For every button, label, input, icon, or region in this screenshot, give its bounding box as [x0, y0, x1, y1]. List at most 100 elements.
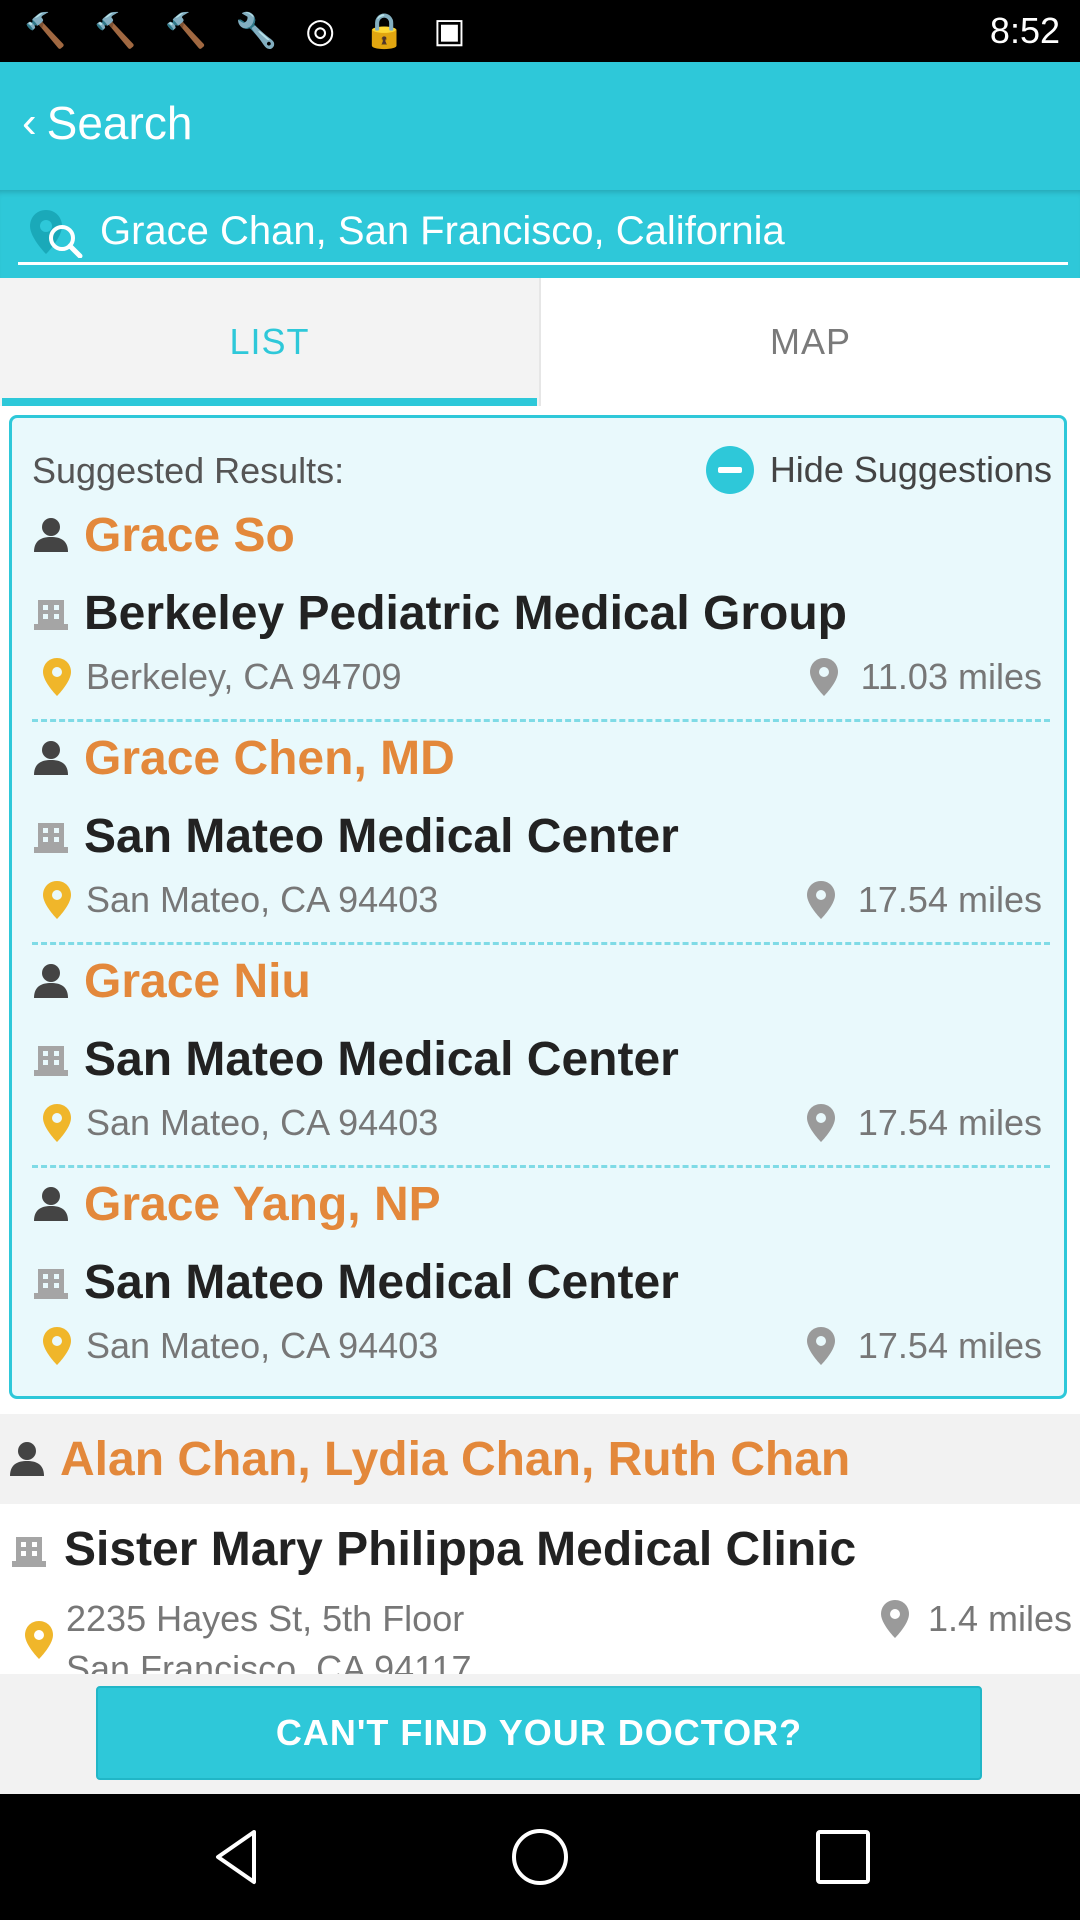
tool-icon: 🔨 [24, 12, 67, 50]
tool-icon: 🔨 [164, 12, 208, 50]
wrench-icon: 🔧 [235, 12, 278, 50]
view-tabs: LIST MAP [0, 278, 1080, 406]
home-icon[interactable] [507, 1824, 573, 1890]
search-input[interactable] [98, 202, 1062, 260]
minus-circle-icon [705, 446, 754, 494]
facility-row: San Mateo Medical Center [32, 1024, 679, 1094]
android-icon: ▣ [433, 12, 466, 50]
map-pin-icon [43, 1104, 71, 1142]
doctor-row[interactable]: Grace Yang, NP [32, 1169, 441, 1239]
facility-name: San Mateo Medical Center [84, 1032, 679, 1086]
facility-name: Berkeley Pediatric Medical Group [84, 586, 847, 640]
tab-list[interactable]: LIST [0, 278, 539, 406]
facility-row: Berkeley Pediatric Medical Group [32, 578, 847, 648]
back-label: Search [46, 97, 193, 149]
doctor-name: Grace So [84, 508, 295, 562]
map-pin-icon [43, 881, 71, 919]
distance-text: 11.03 miles [860, 656, 1042, 697]
map-pin-icon [43, 658, 71, 696]
address-text: San Mateo, CA 94403 [86, 1102, 439, 1143]
address-row: San Mateo, CA 94403 17.54 miles [32, 1319, 1050, 1375]
hide-suggestions-label: Hide Suggestions [769, 449, 1052, 490]
address-line-1: 2235 Hayes St, 5th Floor [66, 1598, 465, 1639]
lock-icon: 🔒 [363, 12, 406, 50]
map-pin-icon [43, 1327, 71, 1365]
doctor-row[interactable]: Grace Chen, MD [32, 723, 455, 793]
person-icon [34, 1187, 68, 1221]
suggested-results-title: Suggested Results: [32, 450, 345, 491]
suggested-results-header: Suggested Results: Hide Suggestions [32, 440, 1052, 500]
distance: 17.54 miles [806, 1325, 1042, 1367]
building-icon [34, 1046, 68, 1076]
person-icon [34, 964, 68, 998]
search-result[interactable]: Alan Chan, Lydia Chan, Ruth Chan Sister … [0, 1414, 1080, 1674]
distance-text: 17.54 miles [857, 1102, 1042, 1143]
distance: 17.54 miles [806, 879, 1042, 921]
doctor-names: Alan Chan, Lydia Chan, Ruth Chan [60, 1432, 851, 1486]
facility-name: San Mateo Medical Center [84, 809, 679, 863]
address: San Mateo, CA 94403 [42, 1102, 438, 1144]
distance-text: 1.4 miles [927, 1598, 1072, 1639]
footer: CAN'T FIND YOUR DOCTOR? [0, 1674, 1080, 1794]
cant-find-doctor-button[interactable]: CAN'T FIND YOUR DOCTOR? [96, 1686, 982, 1780]
person-icon [34, 741, 68, 775]
building-icon [12, 1536, 46, 1567]
address-row: Berkeley, CA 94709 11.03 miles [32, 650, 1050, 706]
distance: 11.03 miles [809, 656, 1042, 698]
doctor-name: Grace Yang, NP [84, 1177, 441, 1231]
app-header: ‹ Search [0, 62, 1080, 190]
map-pin-icon [25, 1621, 53, 1659]
distance-text: 17.54 miles [857, 879, 1042, 920]
facility-row: San Mateo Medical Center [32, 801, 679, 871]
map-pin-icon [880, 1600, 909, 1638]
divider [32, 942, 1050, 945]
status-bar: 🔨 🔨 🔨 🔧 ◎ 🔒 ▣ 8:52 [0, 0, 1080, 62]
map-pin-icon [806, 1327, 835, 1365]
back-icon[interactable] [204, 1824, 270, 1890]
search-field [18, 202, 1068, 265]
sync-icon: ◎ [305, 12, 336, 50]
facility-name: San Mateo Medical Center [84, 1255, 679, 1309]
search-bar [0, 190, 1080, 278]
person-icon [10, 1442, 44, 1476]
list-item[interactable]: Grace Yang, NP San Mateo Medical Center … [32, 1169, 1050, 1391]
distance: 17.54 miles [806, 1102, 1042, 1144]
building-icon [34, 600, 68, 630]
doctor-name: Grace Chen, MD [84, 731, 455, 785]
map-pin-icon [809, 658, 838, 696]
hide-suggestions-button[interactable]: Hide Suggestions [705, 440, 1052, 500]
list-item[interactable]: Grace So Berkeley Pediatric Medical Grou… [32, 500, 1050, 722]
address-row: San Mateo, CA 94403 17.54 miles [32, 873, 1050, 929]
address-text: San Mateo, CA 94403 [86, 879, 439, 920]
recents-icon[interactable] [810, 1824, 876, 1890]
address-line-2: San Francisco, CA 94117 [66, 1648, 472, 1674]
facility-row: San Mateo Medical Center [32, 1247, 679, 1317]
building-icon [34, 823, 68, 853]
distance-text: 17.54 miles [857, 1325, 1042, 1366]
back-to-search-button[interactable]: ‹ Search [22, 96, 192, 150]
divider [32, 1165, 1050, 1168]
address-text: San Mateo, CA 94403 [86, 1325, 439, 1366]
divider [32, 719, 1050, 722]
status-time: 8:52 [989, 10, 1060, 51]
tool-icon: 🔨 [94, 12, 137, 50]
location-search-icon [30, 210, 83, 258]
doctor-name: Grace Niu [84, 954, 311, 1008]
address: Berkeley, CA 94709 [42, 656, 402, 698]
address: San Mateo, CA 94403 [42, 1325, 438, 1367]
map-pin-icon [806, 1104, 835, 1142]
distance: 1.4 miles [880, 1598, 1072, 1640]
address: San Mateo, CA 94403 [42, 879, 438, 921]
list-item[interactable]: Grace Niu San Mateo Medical Center San M… [32, 946, 1050, 1168]
doctor-row[interactable]: Alan Chan, Lydia Chan, Ruth Chan [0, 1414, 1080, 1504]
doctor-row[interactable]: Grace Niu [32, 946, 311, 1016]
list-item[interactable]: Grace Chen, MD San Mateo Medical Center … [32, 723, 1050, 945]
doctor-row[interactable]: Grace So [32, 500, 295, 570]
notification-icons: 🔨 🔨 🔨 🔧 ◎ 🔒 ▣ [24, 12, 466, 50]
chevron-left-icon: ‹ [22, 98, 37, 147]
address-text: Berkeley, CA 94709 [86, 656, 402, 697]
building-icon [34, 1269, 68, 1299]
system-nav-bar [0, 1794, 1080, 1920]
tab-map[interactable]: MAP [539, 278, 1080, 406]
map-pin-icon [806, 881, 835, 919]
